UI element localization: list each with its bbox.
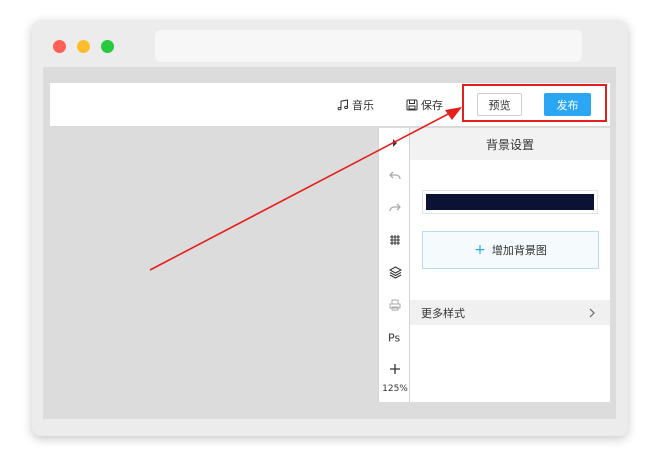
music-button[interactable]: 音乐 [337, 83, 374, 127]
svg-text:Ps: Ps [388, 332, 400, 344]
publish-button[interactable]: 发布 [544, 93, 591, 116]
zoom-level: 125% [382, 384, 408, 394]
minimize-window-button[interactable] [77, 40, 90, 53]
chevron-right-icon [589, 308, 595, 317]
add-background-label: 增加背景图 [491, 244, 547, 257]
color-swatch [426, 194, 594, 210]
music-label: 音乐 [352, 99, 374, 112]
redo-icon[interactable] [379, 197, 411, 219]
side-toolbar: Ps 125% [378, 128, 410, 402]
design-canvas[interactable] [50, 128, 378, 402]
plus-icon: + [474, 242, 486, 258]
panel-title: 背景设置 [410, 128, 610, 160]
save-button[interactable]: 保存 [406, 83, 443, 127]
save-icon [406, 99, 418, 111]
add-icon[interactable] [379, 358, 411, 380]
background-settings-panel: 背景设置 + 增加背景图 更多样式 [410, 128, 610, 402]
preview-button[interactable]: 预览 [477, 93, 522, 116]
save-label: 保存 [421, 99, 443, 112]
add-background-image-button[interactable]: + 增加背景图 [422, 231, 599, 269]
more-styles-label: 更多样式 [421, 306, 465, 320]
close-window-button[interactable] [53, 40, 66, 53]
print-icon[interactable] [379, 294, 411, 316]
more-styles-row[interactable]: 更多样式 [410, 300, 610, 325]
editor-topbar: 音乐 保存 预览 发布 [50, 83, 610, 127]
layers-icon[interactable] [379, 261, 411, 283]
undo-icon[interactable] [379, 165, 411, 187]
background-color-picker[interactable] [422, 190, 598, 214]
music-note-icon [337, 99, 349, 111]
maximize-window-button[interactable] [101, 40, 114, 53]
expand-arrow-icon[interactable] [379, 132, 411, 154]
address-bar[interactable] [155, 30, 582, 62]
grid-icon[interactable] [379, 229, 411, 251]
ps-icon[interactable]: Ps [379, 326, 411, 348]
